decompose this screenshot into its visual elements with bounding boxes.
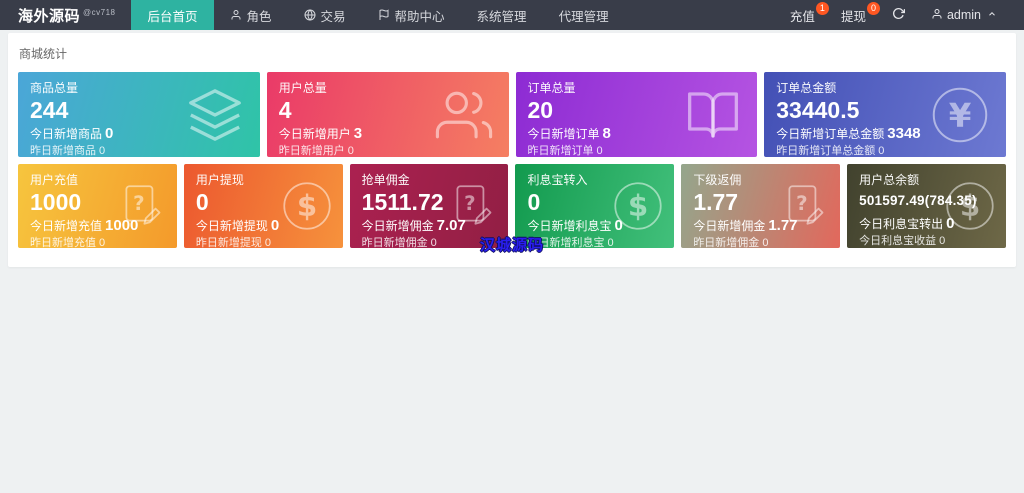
dollar-circle-icon: $ bbox=[281, 180, 333, 232]
nav-item-help[interactable]: 帮助中心 bbox=[362, 0, 461, 30]
stat-card-balance: 用户总余额 501597.49(784.35) 今日利息宝转出0 今日利息宝收益… bbox=[847, 164, 1006, 248]
stats-panel: 商城统计 商品总量 244 今日新增商品0 昨日新增商品0 用户总量 4 今日新… bbox=[8, 33, 1016, 267]
nav-item-agent[interactable]: 代理管理 bbox=[543, 0, 625, 30]
stat-yesterday-value: 0 bbox=[99, 237, 105, 248]
nav-item-roles[interactable]: 角色 bbox=[214, 0, 288, 30]
stat-today-value: 3348 bbox=[887, 125, 920, 142]
globe-icon bbox=[304, 9, 316, 21]
doc-question-icon: ? bbox=[117, 181, 167, 231]
stat-card-users: 用户总量 4 今日新增用户3 昨日新增用户0 bbox=[267, 72, 509, 157]
stat-yesterday-value: 0 bbox=[939, 235, 945, 247]
stat-yesterday-label: 昨日新增佣金 bbox=[362, 237, 428, 248]
svg-text:$: $ bbox=[628, 189, 648, 223]
flag-icon bbox=[378, 9, 390, 21]
stat-yesterday-value: 0 bbox=[431, 237, 437, 248]
stat-yesterday-value: 0 bbox=[762, 237, 768, 248]
stat-today-value: 8 bbox=[603, 125, 611, 142]
brand-title: 海外源码 bbox=[18, 5, 80, 26]
stat-yesterday-label: 昨日新增订单总金额 bbox=[776, 145, 875, 157]
user-icon bbox=[931, 8, 943, 23]
stat-yesterday-value: 0 bbox=[99, 145, 105, 157]
stat-yesterday-value: 0 bbox=[265, 237, 271, 248]
watermark-link[interactable]: 汉城源码 bbox=[480, 234, 544, 255]
admin-dropdown[interactable]: admin bbox=[918, 0, 1010, 30]
svg-text:?: ? bbox=[796, 192, 807, 215]
stat-today-label: 今日利息宝转出 bbox=[859, 217, 943, 231]
stat-today-label: 今日新增佣金 bbox=[362, 219, 434, 233]
top-navbar: 海外源码 @cv718 后台首页 角色 交易 帮助中心 系统管理 bbox=[0, 0, 1024, 30]
stat-today-label: 今日新增用户 bbox=[279, 127, 351, 141]
stat-card-products: 商品总量 244 今日新增商品0 昨日新增商品0 bbox=[18, 72, 260, 157]
yen-circle-icon: ¥ bbox=[930, 85, 990, 145]
nav-item-system[interactable]: 系统管理 bbox=[461, 0, 543, 30]
stat-today-label: 今日新增订单总金额 bbox=[776, 127, 884, 141]
svg-text:?: ? bbox=[133, 192, 144, 215]
doc-question-icon: ? bbox=[448, 181, 498, 231]
stat-card-order-amount: 订单总金额 33440.5 今日新增订单总金额3348 昨日新增订单总金额0 ¥ bbox=[764, 72, 1006, 157]
section-title: 商城统计 bbox=[19, 45, 1006, 62]
svg-text:$: $ bbox=[296, 189, 316, 223]
recharge-button[interactable]: 充值 1 bbox=[777, 0, 828, 30]
chevron-up-icon bbox=[987, 8, 997, 22]
stat-today-value: 0 bbox=[271, 217, 279, 234]
stat-yesterday-label: 昨日新增充值 bbox=[30, 237, 96, 248]
stat-today-label: 今日新增利息宝 bbox=[527, 219, 611, 233]
book-open-icon bbox=[685, 87, 741, 143]
stat-yesterday-value: 0 bbox=[348, 145, 354, 157]
stat-yesterday-label: 今日利息宝收益 bbox=[859, 235, 936, 247]
admin-username: admin bbox=[947, 8, 981, 22]
doc-question-icon: ? bbox=[780, 181, 830, 231]
user-icon bbox=[230, 9, 242, 21]
stat-card-recharge: 用户充值 1000 今日新增充值1000 昨日新增充值0 ? bbox=[18, 164, 177, 248]
nav-item-home[interactable]: 后台首页 bbox=[131, 0, 213, 30]
stat-yesterday-label: 昨日新增用户 bbox=[279, 145, 345, 157]
refresh-button[interactable] bbox=[879, 0, 918, 30]
main-menu: 后台首页 角色 交易 帮助中心 系统管理 代理管理 bbox=[131, 0, 624, 30]
navbar-right: 充值 1 提现 0 admin bbox=[777, 0, 1024, 30]
stat-yesterday-label: 昨日新增佣金 bbox=[693, 237, 759, 248]
brand-logo: 海外源码 @cv718 bbox=[0, 0, 131, 30]
stat-yesterday-value: 0 bbox=[607, 237, 613, 248]
withdraw-button[interactable]: 提现 0 bbox=[828, 0, 879, 30]
svg-text:$: $ bbox=[960, 189, 980, 223]
svg-text:?: ? bbox=[465, 192, 476, 215]
stat-yesterday-label: 昨日新增商品 bbox=[30, 145, 96, 157]
layers-icon bbox=[186, 86, 244, 144]
stat-today-label: 今日新增充值 bbox=[30, 219, 102, 233]
stat-today-label: 今日新增佣金 bbox=[693, 219, 765, 233]
brand-subtitle: @cv718 bbox=[83, 8, 115, 17]
stat-yesterday-label: 昨日新增提现 bbox=[196, 237, 262, 248]
stat-today-label: 今日新增订单 bbox=[528, 127, 600, 141]
dollar-circle-icon: $ bbox=[944, 180, 996, 232]
stat-today-label: 今日新增商品 bbox=[30, 127, 102, 141]
stat-card-rebate: 下级返佣 1.77 今日新增佣金1.77 昨日新增佣金0 ? bbox=[681, 164, 840, 248]
svg-text:¥: ¥ bbox=[949, 96, 972, 134]
stat-today-value: 0 bbox=[105, 125, 113, 142]
refresh-icon bbox=[892, 7, 905, 23]
stat-yesterday-label: 昨日新增订单 bbox=[528, 145, 594, 157]
dollar-circle-icon: $ bbox=[612, 180, 664, 232]
stat-card-withdraw: 用户提现 0 今日新增提现0 昨日新增提现0 $ bbox=[184, 164, 343, 248]
stat-today-label: 今日新增提现 bbox=[196, 219, 268, 233]
stat-yesterday-value: 0 bbox=[878, 145, 884, 157]
nav-item-trade[interactable]: 交易 bbox=[288, 0, 362, 30]
stat-card-orders: 订单总量 20 今日新增订单8 昨日新增订单0 bbox=[516, 72, 758, 157]
stat-yesterday-value: 0 bbox=[597, 145, 603, 157]
stats-row-1: 商品总量 244 今日新增商品0 昨日新增商品0 用户总量 4 今日新增用户3 … bbox=[18, 72, 1006, 157]
users-icon bbox=[435, 86, 493, 144]
stat-today-value: 3 bbox=[354, 125, 362, 142]
